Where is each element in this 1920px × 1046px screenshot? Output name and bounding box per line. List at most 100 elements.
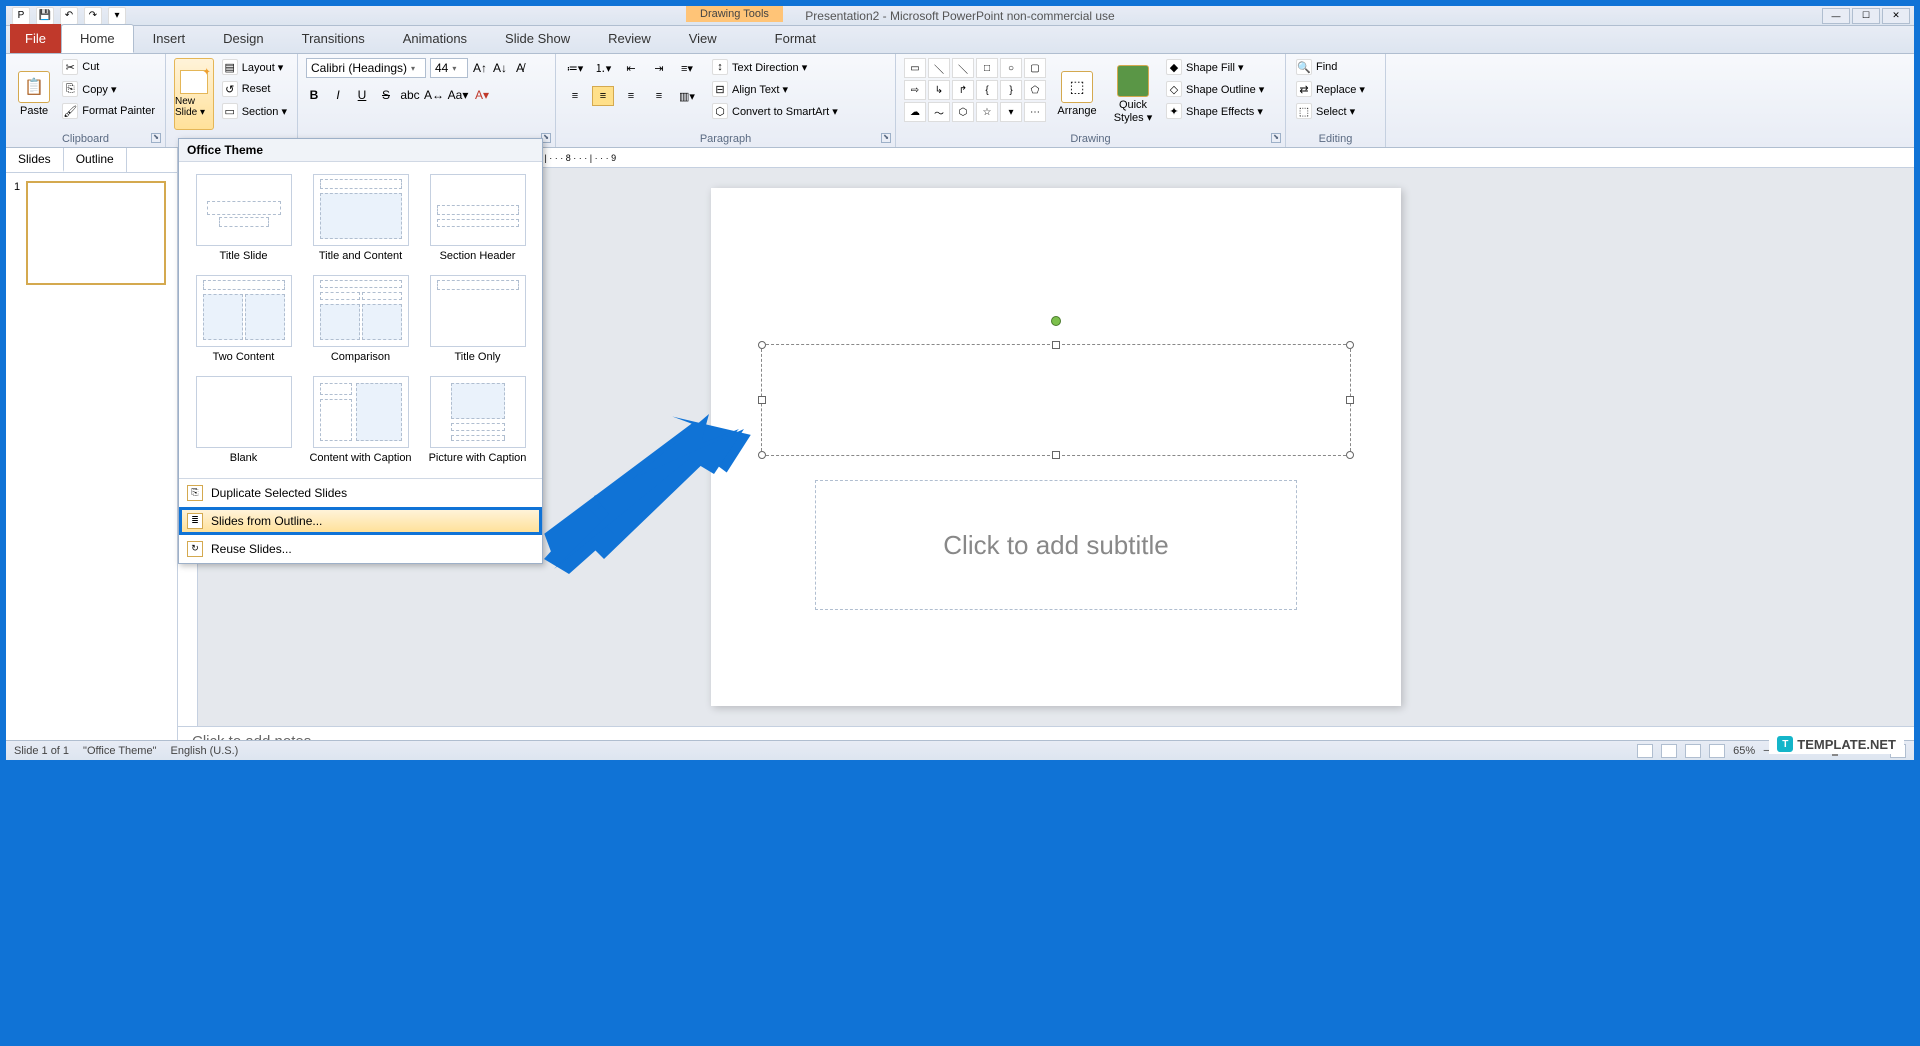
maximize-button[interactable]: ☐ bbox=[1852, 8, 1880, 24]
layout-blank[interactable]: Blank bbox=[187, 372, 300, 469]
resize-handle-se[interactable] bbox=[1346, 451, 1354, 459]
strikethrough-button[interactable]: S bbox=[378, 86, 394, 104]
layout-comparison[interactable]: Comparison bbox=[304, 271, 417, 368]
normal-view-button[interactable] bbox=[1637, 744, 1653, 758]
clipboard-dialog-launcher[interactable]: ⬊ bbox=[151, 133, 161, 143]
sorter-view-button[interactable] bbox=[1661, 744, 1677, 758]
align-text-button[interactable]: ⊟Align Text ▾ bbox=[710, 80, 840, 98]
paste-button[interactable]: 📋 Paste bbox=[14, 58, 54, 130]
grow-font-button[interactable]: A↑ bbox=[472, 59, 488, 77]
tab-home[interactable]: Home bbox=[61, 24, 134, 53]
text-direction-button[interactable]: ↕Text Direction ▾ bbox=[710, 58, 840, 76]
shape-square-icon[interactable]: □ bbox=[976, 58, 998, 78]
convert-smartart-button[interactable]: ⬡Convert to SmartArt ▾ bbox=[710, 102, 840, 120]
shape-effects-button[interactable]: ✦Shape Effects ▾ bbox=[1164, 102, 1266, 120]
char-spacing-button[interactable]: A↔ bbox=[426, 86, 442, 104]
shape-brace-icon[interactable]: { bbox=[976, 80, 998, 100]
shape-line-icon[interactable]: ＼ bbox=[928, 58, 950, 78]
reset-button[interactable]: ↺Reset bbox=[220, 80, 289, 98]
layout-title-slide[interactable]: Title Slide bbox=[187, 170, 300, 267]
tab-design[interactable]: Design bbox=[204, 24, 282, 53]
shape-freeform-icon[interactable]: ⬡ bbox=[952, 102, 974, 122]
shape-brace2-icon[interactable]: } bbox=[1000, 80, 1022, 100]
shape-arrow-icon[interactable]: ⇨ bbox=[904, 80, 926, 100]
layout-title-only[interactable]: Title Only bbox=[421, 271, 534, 368]
resize-handle-w[interactable] bbox=[758, 396, 766, 404]
underline-button[interactable]: U bbox=[354, 86, 370, 104]
align-center-button[interactable]: ≡ bbox=[592, 86, 614, 106]
tab-format[interactable]: Format bbox=[756, 24, 835, 53]
slideshow-view-button[interactable] bbox=[1709, 744, 1725, 758]
change-case-button[interactable]: Aa▾ bbox=[450, 86, 466, 104]
minimize-button[interactable]: — bbox=[1822, 8, 1850, 24]
redo-icon[interactable]: ↷ bbox=[84, 7, 102, 25]
resize-handle-s[interactable] bbox=[1052, 451, 1060, 459]
bullets-button[interactable]: ≔▾ bbox=[564, 58, 586, 78]
tab-slideshow[interactable]: Slide Show bbox=[486, 24, 589, 53]
tab-view[interactable]: View bbox=[670, 24, 736, 53]
columns-button[interactable]: ▥▾ bbox=[676, 86, 698, 106]
reading-view-button[interactable] bbox=[1685, 744, 1701, 758]
format-painter-button[interactable]: 🖌Format Painter bbox=[60, 102, 157, 120]
numbering-button[interactable]: ⒈▾ bbox=[592, 58, 614, 78]
italic-button[interactable]: I bbox=[330, 86, 346, 104]
reuse-slides-option[interactable]: ↻ Reuse Slides... bbox=[179, 535, 542, 563]
resize-handle-sw[interactable] bbox=[758, 451, 766, 459]
layout-picture-caption[interactable]: Picture with Caption bbox=[421, 372, 534, 469]
shape-connector-icon[interactable]: ↳ bbox=[928, 80, 950, 100]
resize-handle-nw[interactable] bbox=[758, 341, 766, 349]
tab-file[interactable]: File bbox=[10, 24, 61, 53]
line-spacing-button[interactable]: ≡▾ bbox=[676, 58, 698, 78]
shape-star-icon[interactable]: ☆ bbox=[976, 102, 998, 122]
font-color-button[interactable]: A▾ bbox=[474, 86, 490, 104]
resize-handle-ne[interactable] bbox=[1346, 341, 1354, 349]
font-size-combo[interactable]: 44▾ bbox=[430, 58, 468, 78]
close-button[interactable]: ✕ bbox=[1882, 8, 1910, 24]
paragraph-dialog-launcher[interactable]: ⬊ bbox=[881, 133, 891, 143]
align-left-button[interactable]: ≡ bbox=[564, 86, 586, 106]
slides-from-outline-option[interactable]: ≣ Slides from Outline... bbox=[179, 507, 542, 535]
font-name-combo[interactable]: Calibri (Headings)▾ bbox=[306, 58, 426, 78]
cut-button[interactable]: ✂Cut bbox=[60, 58, 157, 76]
section-button[interactable]: ▭Section ▾ bbox=[220, 102, 289, 120]
clear-formatting-button[interactable]: A̸ bbox=[512, 59, 528, 77]
tab-review[interactable]: Review bbox=[589, 24, 670, 53]
duplicate-slides-option[interactable]: ⎘ Duplicate Selected Slides bbox=[179, 479, 542, 507]
tab-slides-panel[interactable]: Slides bbox=[6, 148, 64, 172]
decrease-indent-button[interactable]: ⇤ bbox=[620, 58, 642, 78]
shape-more2-icon[interactable]: ▾ bbox=[1000, 102, 1022, 122]
copy-button[interactable]: ⎘Copy ▾ bbox=[60, 80, 157, 98]
layout-content-caption[interactable]: Content with Caption bbox=[304, 372, 417, 469]
layout-title-content[interactable]: Title and Content bbox=[304, 170, 417, 267]
find-button[interactable]: 🔍Find bbox=[1294, 58, 1367, 76]
undo-icon[interactable]: ↶ bbox=[60, 7, 78, 25]
replace-button[interactable]: ⇄Replace ▾ bbox=[1294, 80, 1367, 98]
resize-handle-n[interactable] bbox=[1052, 341, 1060, 349]
powerpoint-icon[interactable]: P bbox=[12, 7, 30, 25]
shape-outline-button[interactable]: ◇Shape Outline ▾ bbox=[1164, 80, 1266, 98]
shape-fill-button[interactable]: ◆Shape Fill ▾ bbox=[1164, 58, 1266, 76]
layout-button[interactable]: ▤Layout ▾ bbox=[220, 58, 289, 76]
shapes-more-button[interactable]: ⋯ bbox=[1024, 102, 1046, 122]
slide[interactable]: Click to add subtitle bbox=[711, 188, 1401, 706]
shape-rounded-icon[interactable]: ▢ bbox=[1024, 58, 1046, 78]
shape-line2-icon[interactable]: ＼ bbox=[952, 58, 974, 78]
layout-section-header[interactable]: Section Header bbox=[421, 170, 534, 267]
save-icon[interactable]: 💾 bbox=[36, 7, 54, 25]
title-placeholder[interactable] bbox=[761, 344, 1351, 456]
drawing-dialog-launcher[interactable]: ⬊ bbox=[1271, 133, 1281, 143]
shape-more1-icon[interactable]: ⬠ bbox=[1024, 80, 1046, 100]
shape-rect-icon[interactable]: ▭ bbox=[904, 58, 926, 78]
tab-animations[interactable]: Animations bbox=[384, 24, 486, 53]
subtitle-placeholder[interactable]: Click to add subtitle bbox=[815, 480, 1297, 610]
justify-button[interactable]: ≡ bbox=[648, 86, 670, 106]
increase-indent-button[interactable]: ⇥ bbox=[648, 58, 670, 78]
text-shadow-button[interactable]: abc bbox=[402, 86, 418, 104]
layout-two-content[interactable]: Two Content bbox=[187, 271, 300, 368]
arrange-button[interactable]: ⬚ Arrange bbox=[1052, 58, 1102, 130]
tab-outline-panel[interactable]: Outline bbox=[64, 148, 127, 172]
align-right-button[interactable]: ≡ bbox=[620, 86, 642, 106]
shrink-font-button[interactable]: A↓ bbox=[492, 59, 508, 77]
slide-thumbnail[interactable]: 1 bbox=[14, 181, 169, 285]
quick-styles-button[interactable]: Quick Styles ▾ bbox=[1108, 58, 1158, 130]
